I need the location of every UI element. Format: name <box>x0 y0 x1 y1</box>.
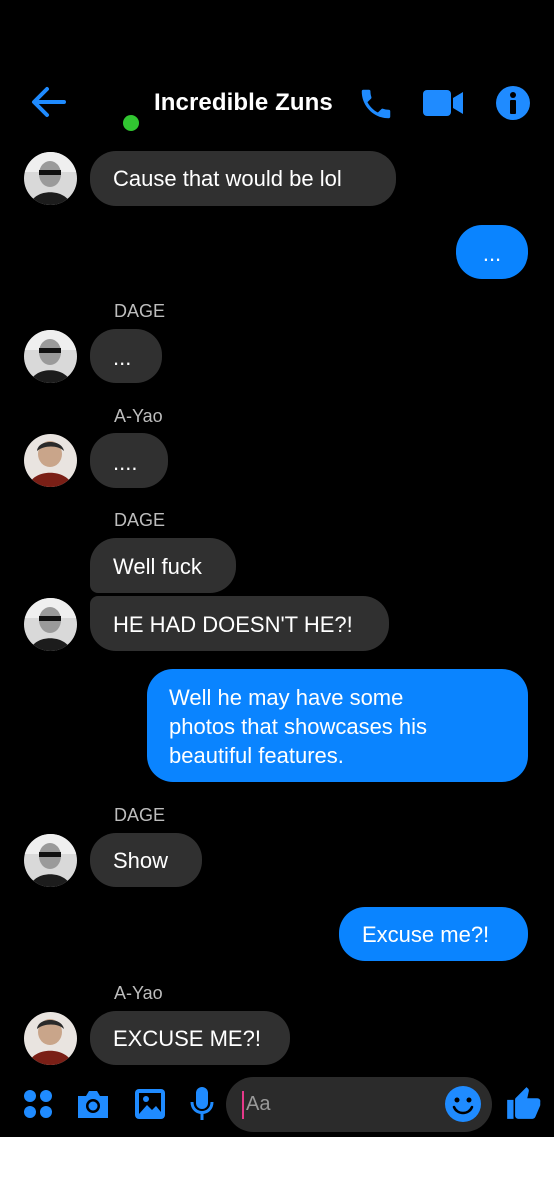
phone-icon <box>361 89 391 119</box>
voice-message-button[interactable] <box>189 1086 215 1127</box>
conversation-info-button[interactable] <box>495 85 531 126</box>
sender-name: A-Yao <box>114 983 163 1003</box>
message-bubble-outgoing[interactable]: ... <box>456 225 528 279</box>
voice-call-button[interactable] <box>357 85 395 128</box>
message-input-placeholder: Aa <box>246 1093 271 1115</box>
message-bubble-incoming[interactable]: ... <box>90 329 162 383</box>
apps-button[interactable] <box>23 1089 53 1124</box>
avatar-dage[interactable] <box>24 330 77 383</box>
camera-icon <box>78 1091 108 1118</box>
text-cursor <box>242 1091 244 1119</box>
emoji-button[interactable] <box>444 1085 482 1123</box>
system-nav-area <box>0 1137 554 1200</box>
avatar-a-yao[interactable] <box>24 1012 77 1065</box>
like-button[interactable] <box>504 1084 542 1127</box>
message-bubble-outgoing[interactable]: Excuse me?! <box>339 907 528 961</box>
message-bubble-outgoing[interactable]: Well he may have some photos that showca… <box>147 669 528 782</box>
thumbs-up-icon <box>507 1087 541 1119</box>
info-icon <box>496 86 530 120</box>
avatar-dage[interactable] <box>24 598 77 651</box>
image-icon <box>135 1089 165 1119</box>
message-bubble-incoming[interactable]: Show <box>90 833 202 887</box>
back-arrow-icon <box>32 87 66 117</box>
avatar-dage[interactable] <box>24 152 77 205</box>
avatar-a-yao-photo <box>24 1012 77 1065</box>
message-bubble-incoming[interactable]: Cause that would be lol <box>90 151 396 206</box>
camera-button[interactable] <box>75 1088 111 1125</box>
message-line: beautiful features. <box>169 743 344 768</box>
message-bubble-incoming[interactable]: Well fuck <box>90 538 236 593</box>
sender-name: DAGE <box>114 805 166 825</box>
microphone-icon <box>190 1087 214 1120</box>
avatar-dage-photo <box>24 598 77 651</box>
conversation-title[interactable]: Incredible Zuns <box>154 89 333 117</box>
online-status-dot <box>123 115 139 131</box>
message-composer: Aa <box>0 1075 554 1135</box>
video-camera-icon <box>423 90 463 116</box>
message-input[interactable]: Aa <box>226 1077 492 1132</box>
gallery-button[interactable] <box>133 1087 167 1126</box>
chat-screen: Incredible Zuns Cause that would be lol … <box>0 0 554 1137</box>
avatar-dage-photo <box>24 152 77 205</box>
message-bubble-incoming[interactable]: HE HAD DOESN'T HE?! <box>90 596 389 651</box>
message-bubble-incoming[interactable]: EXCUSE ME?! <box>90 1011 290 1065</box>
emoji-icon <box>445 1086 481 1122</box>
sender-name: DAGE <box>114 510 166 530</box>
avatar-a-yao-photo <box>24 434 77 487</box>
sender-name: DAGE <box>114 301 166 321</box>
apps-grid-icon <box>24 1090 52 1118</box>
avatar-dage-photo <box>24 330 77 383</box>
message-line: photos that showcases his <box>169 714 428 739</box>
back-button[interactable] <box>28 84 68 120</box>
message-bubble-incoming[interactable]: .... <box>90 433 168 488</box>
avatar-dage-photo <box>24 834 77 887</box>
avatar-a-yao[interactable] <box>24 434 77 487</box>
video-call-button[interactable] <box>422 88 464 123</box>
sender-name: A-Yao <box>114 406 163 426</box>
avatar-dage[interactable] <box>24 834 77 887</box>
message-line: Well he may have some <box>169 685 404 710</box>
chat-header: Incredible Zuns <box>0 70 554 140</box>
